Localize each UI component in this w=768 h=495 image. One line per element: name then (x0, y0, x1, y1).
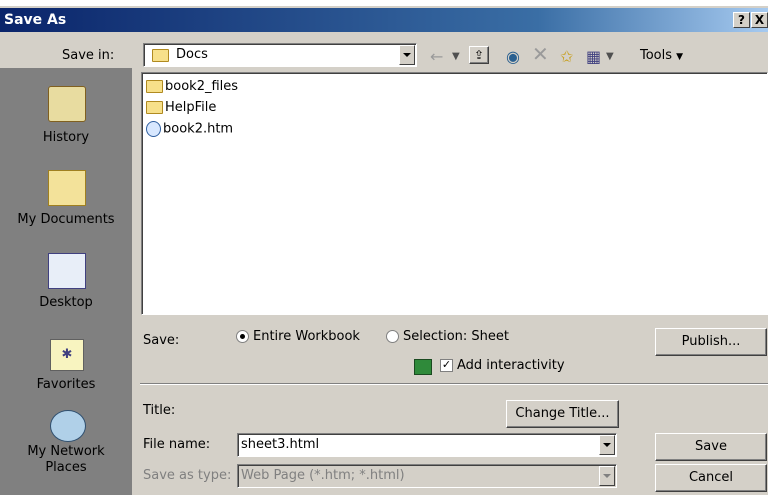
cancel-button[interactable]: Cancel (655, 464, 767, 492)
back-dropdown-icon[interactable]: ▼ (452, 51, 460, 62)
place-label: Favorites (36, 377, 96, 392)
my-documents-icon (48, 170, 86, 206)
file-name-value: sheet3.html (241, 437, 320, 452)
place-label: My Network Places (27, 444, 105, 475)
file-name: book2.htm (163, 121, 234, 137)
save-as-type-value: Web Page (*.htm; *.html) (241, 468, 405, 483)
up-folder-icon[interactable]: ⇪ (469, 46, 489, 64)
save-in-dropdown-arrow[interactable] (399, 45, 415, 65)
file-name: book2_files (165, 79, 239, 94)
title-label: Title: (143, 403, 176, 418)
folder-icon (152, 49, 169, 62)
save-in-label: Save in: (62, 48, 115, 63)
place-label: History (42, 130, 90, 145)
tools-menu[interactable]: Tools ▼ (640, 48, 683, 63)
tools-label: Tools (640, 48, 673, 63)
divider (140, 383, 768, 385)
add-interactivity-label: Add interactivity (457, 358, 565, 373)
place-label: My Documents (17, 212, 115, 227)
file-name-label: File name: (143, 437, 211, 452)
entire-workbook-label: Entire Workbook (253, 329, 360, 344)
delete-icon[interactable]: ✕ (532, 42, 549, 66)
save-as-type-dropdown[interactable]: Web Page (*.htm; *.html) (237, 464, 617, 488)
file-name-input[interactable]: sheet3.html (237, 433, 617, 457)
views-icon[interactable]: ▦ (586, 47, 601, 66)
new-folder-icon[interactable]: ✩ (560, 47, 573, 66)
add-interactivity-checkbox[interactable]: ✓ Add interactivity (440, 358, 565, 373)
views-dropdown-icon[interactable]: ▼ (606, 51, 614, 62)
tools-dropdown-icon: ▼ (676, 52, 684, 62)
desktop-icon (48, 253, 86, 289)
close-button[interactable]: X (751, 12, 768, 28)
folder-icon (146, 80, 163, 93)
save-in-value: Docs (176, 47, 208, 62)
radio-selected-icon (236, 330, 249, 343)
selection-sheet-radio[interactable]: Selection: Sheet (386, 329, 509, 344)
file-name: HelpFile (165, 100, 217, 115)
html-file-icon (146, 121, 161, 137)
excel-web-icon (414, 359, 432, 375)
save-as-type-label: Save as type: (143, 468, 232, 483)
file-item-book2-htm[interactable]: book2.htm (146, 121, 233, 139)
change-title-button[interactable]: Change Title... (506, 400, 619, 428)
selection-sheet-label: Selection: Sheet (403, 329, 510, 344)
save-button[interactable]: Save (655, 433, 767, 461)
file-item-helpfile[interactable]: HelpFile (146, 100, 216, 118)
history-icon (48, 86, 86, 122)
back-icon[interactable]: ← (430, 47, 443, 66)
search-web-icon[interactable]: ◉ (506, 47, 520, 66)
save-as-type-dropdown-arrow[interactable] (599, 466, 615, 486)
file-name-dropdown-arrow[interactable] (599, 435, 615, 455)
publish-button[interactable]: Publish... (655, 328, 767, 356)
radio-unselected-icon (386, 330, 399, 343)
file-list[interactable] (141, 72, 768, 315)
dialog-title: Save As (4, 12, 67, 28)
help-button[interactable]: ? (733, 12, 750, 28)
folder-icon (146, 101, 163, 114)
entire-workbook-radio[interactable]: Entire Workbook (236, 329, 360, 344)
checkmark-icon: ✓ (440, 358, 453, 372)
save-options-label: Save: (143, 333, 180, 348)
save-in-dropdown[interactable]: Docs (143, 43, 417, 67)
network-places-icon (50, 410, 86, 442)
title-bar[interactable] (0, 8, 768, 32)
favorites-icon: ✱ (50, 339, 84, 371)
file-item-book2-files[interactable]: book2_files (146, 79, 238, 97)
place-label: Desktop (39, 295, 93, 310)
